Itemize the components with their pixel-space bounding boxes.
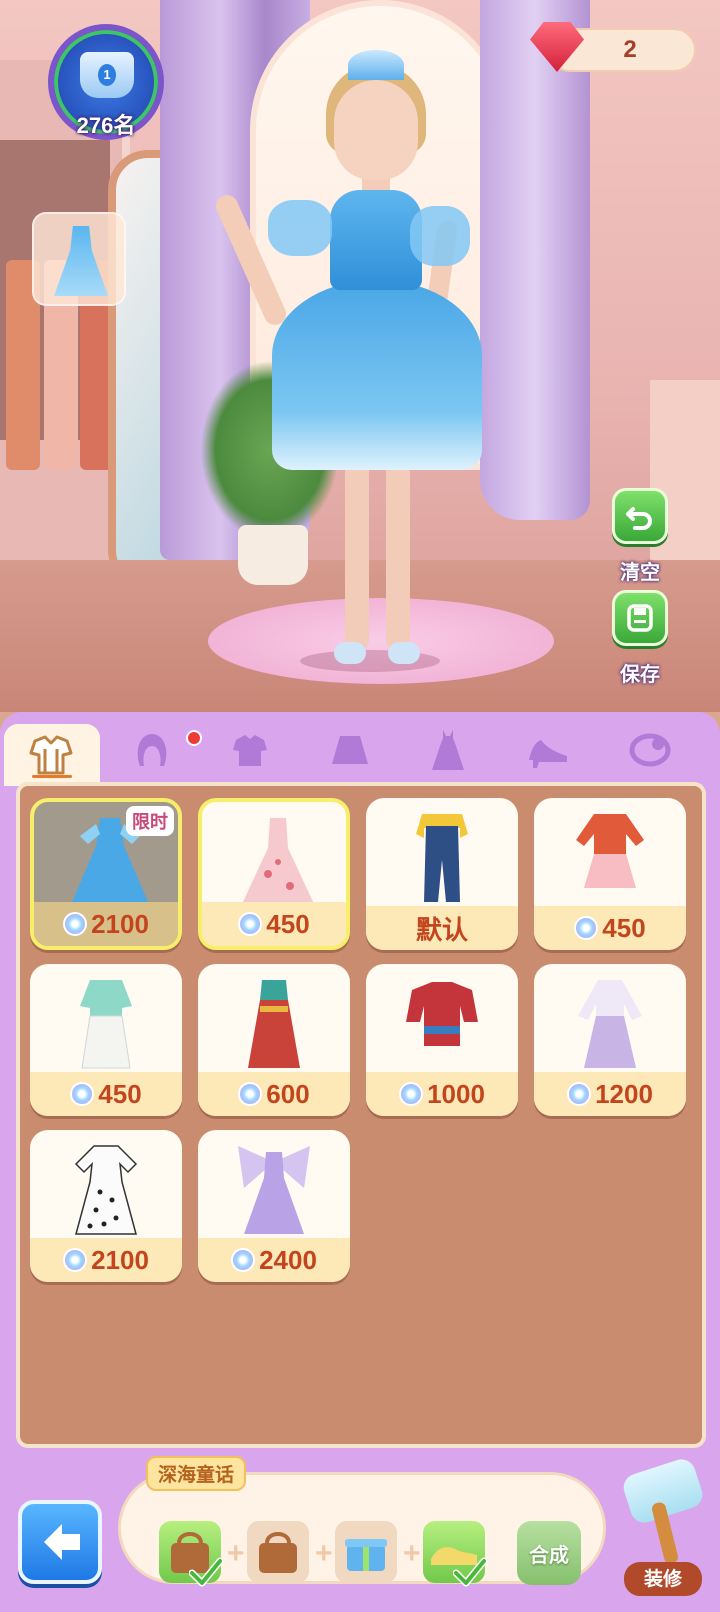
blue-dress-icon	[54, 226, 108, 296]
dress-skirt	[272, 280, 482, 470]
item-card[interactable]: 450	[534, 798, 686, 950]
back-button[interactable]	[18, 1500, 102, 1584]
outfit-coin-icon	[63, 1248, 88, 1272]
crown-icon: 1	[80, 52, 134, 98]
item-price: 1200	[595, 1078, 653, 1109]
outfit-coin-icon	[70, 1082, 95, 1106]
outfit-coin-icon	[399, 1082, 424, 1106]
bottom-bar: + + + 合成 深海童话 装修	[0, 1452, 720, 1612]
item-price: 2100	[91, 1244, 149, 1275]
combo-piece-owned[interactable]	[159, 1521, 223, 1587]
rank-text: 276名	[76, 113, 136, 138]
polka-dot-dress-icon	[74, 1145, 138, 1235]
tab-skirt[interactable]	[302, 722, 398, 778]
item-card[interactable]: 1200	[534, 964, 686, 1116]
limited-time-tag: 限时	[126, 806, 174, 836]
accessory-icon	[629, 733, 671, 767]
save-button[interactable]	[612, 590, 668, 646]
outfit-coin-icon	[238, 912, 263, 936]
denim-overalls-icon	[416, 814, 468, 902]
tiara-icon	[348, 50, 404, 80]
check-icon	[189, 1557, 223, 1587]
notification-dot	[186, 730, 202, 746]
item-price: 450	[266, 908, 310, 939]
gem-count: 2	[623, 36, 637, 63]
tab-dress[interactable]	[400, 722, 496, 778]
clear-button[interactable]	[612, 488, 668, 544]
item-card[interactable]: 600	[198, 964, 350, 1116]
character-face	[334, 80, 418, 180]
undo-icon	[626, 507, 652, 530]
item-price: 2400	[259, 1244, 317, 1275]
top-shirt-icon	[233, 735, 267, 766]
tab-hair[interactable]	[104, 722, 200, 778]
check-icon	[453, 1557, 487, 1587]
item-price: 2100	[91, 908, 149, 939]
red-gold-hanfu-icon	[248, 980, 300, 1068]
combo-piece[interactable]	[247, 1521, 309, 1583]
plus-icon: +	[315, 1537, 333, 1570]
curtain-right	[480, 0, 590, 520]
rank-badge[interactable]: 1 276名	[48, 24, 164, 140]
outfit-set-icon	[29, 735, 73, 775]
save-disk-icon	[627, 604, 653, 632]
item-price: 450	[602, 912, 646, 943]
handbag-icon	[259, 1532, 297, 1573]
gift-box-icon	[345, 1539, 387, 1571]
clear-label: 清空	[620, 560, 660, 584]
pink-floral-gown-icon	[242, 818, 314, 904]
plus-icon: +	[227, 1537, 245, 1570]
outfit-coin-icon	[231, 1248, 256, 1272]
merge-button[interactable]: 合成	[517, 1521, 581, 1585]
item-card[interactable]: 2100	[30, 1130, 182, 1282]
current-outfit-thumbnail[interactable]	[32, 212, 126, 306]
tab-accessory[interactable]	[602, 722, 698, 778]
decorate-label: 装修	[624, 1562, 702, 1596]
tab-shoes[interactable]	[500, 722, 596, 778]
dress-bodice	[330, 190, 422, 290]
dress-icon	[432, 730, 464, 770]
item-card[interactable]: 默认	[366, 798, 518, 950]
combo-piece[interactable]	[335, 1521, 397, 1583]
category-tabbar	[0, 712, 720, 786]
decorate-button[interactable]: 装修	[618, 1452, 714, 1602]
item-price: 600	[266, 1078, 310, 1109]
high-heel-icon	[529, 740, 567, 768]
butterfly-wing-gown-icon	[238, 1146, 310, 1234]
combo-piece-owned[interactable]	[423, 1521, 487, 1587]
hair-icon	[137, 734, 167, 766]
item-card[interactable]: 1000	[366, 964, 518, 1116]
item-price: 默认	[415, 914, 468, 945]
ethnic-red-costume-icon	[406, 982, 478, 1046]
item-card[interactable]: 450	[30, 964, 182, 1116]
plus-icon: +	[403, 1537, 421, 1570]
tab-outfit-set[interactable]	[4, 724, 100, 786]
outfit-coin-icon	[63, 912, 88, 936]
outfit-coin-icon	[567, 1082, 592, 1106]
skirt-icon	[332, 736, 368, 764]
lavender-hanfu-icon	[578, 980, 642, 1068]
plant-pot	[238, 525, 308, 585]
item-card[interactable]: 限时 2100	[30, 798, 182, 950]
outfit-coin-icon	[238, 1082, 263, 1106]
tab-top[interactable]	[202, 722, 298, 778]
arrow-left-icon	[44, 1524, 80, 1560]
item-price: 450	[98, 1078, 142, 1109]
item-price: 1000	[427, 1078, 485, 1109]
red-jacket-pink-skirt-icon	[576, 814, 644, 888]
save-label: 保存	[620, 662, 660, 686]
outfit-coin-icon	[574, 916, 599, 940]
set-name-label: 深海童话	[146, 1456, 247, 1491]
item-card[interactable]: 2400	[198, 1130, 350, 1282]
mint-qipao-outfit-icon	[80, 980, 132, 1069]
item-card[interactable]: 450	[198, 798, 350, 950]
